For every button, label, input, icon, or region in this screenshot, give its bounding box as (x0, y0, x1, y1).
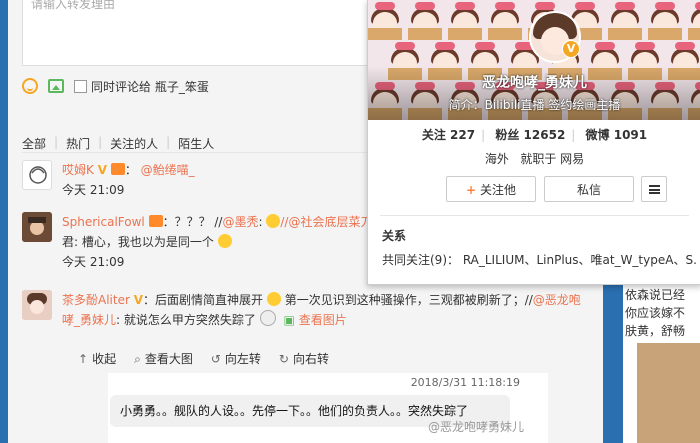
profile-stats: 关注 227 | 粉丝 12652 | 微博 1091 (421, 128, 648, 142)
more-menu-button[interactable] (641, 176, 667, 202)
weibo-count[interactable]: 微博 1091 (586, 128, 648, 142)
plus-icon: + (465, 183, 477, 197)
banner-tile (646, 2, 684, 40)
emoji-icon (266, 292, 281, 306)
comment-text: ：？？？ // (162, 215, 223, 229)
comment-time: 今天 21:09 (62, 255, 125, 269)
composer-toolbar: 同时评论给 瓶子_笨蛋 (22, 76, 209, 96)
image-action-bar: ↑ 收起 ⌕ 查看大图 ↺ 向左转 ↻ 向右转 (78, 350, 329, 367)
comment-text: ：后面剧情简直神展开 (143, 293, 264, 307)
comment-text: : 就说怎么甲方突然失踪了 (116, 313, 256, 327)
follow-count[interactable]: 关注 227 (422, 128, 475, 142)
mention-link[interactable]: @鲐绻喵_ (141, 163, 195, 177)
comment-text: : (258, 215, 263, 229)
emoji-icon (259, 310, 276, 326)
banner-tile (686, 2, 700, 40)
comment-time: 今天 21:09 (62, 183, 125, 197)
rotate-right-icon: ↻ (278, 352, 289, 366)
mention-link[interactable]: @墨秃 (222, 215, 258, 229)
message-button[interactable]: 私信 (544, 176, 634, 202)
rotate-right-button[interactable]: ↻ 向右转 (279, 350, 329, 367)
comment-username[interactable]: 哎姆K (62, 163, 94, 177)
mention-link[interactable]: @恶龙咆 (533, 293, 581, 307)
profile-name[interactable]: 恶龙咆哮_勇妹儿 (368, 72, 700, 92)
fans-count[interactable]: 粉丝 12652 (495, 128, 565, 142)
view-image-icon[interactable]: ▣ (284, 313, 295, 327)
search-icon: ⌕ (134, 352, 141, 366)
view-large-button[interactable]: ⌕ 查看大图 (134, 350, 193, 367)
banner-tile (486, 2, 524, 40)
preview-date: 2018/3/31 11:18:19 (410, 376, 520, 389)
vip-badge-icon: V (133, 293, 144, 307)
filter-all[interactable]: 全部 (22, 135, 46, 152)
avatar[interactable] (22, 160, 52, 190)
avatar[interactable] (22, 290, 52, 320)
banner-tile (368, 2, 404, 40)
relations-title: 关系 (382, 229, 407, 243)
medal-icon (110, 163, 125, 175)
feed-thumbnail[interactable] (637, 343, 700, 443)
comment-text: 第一次见识到这种骚操作，三观都被刷新了；// (284, 293, 533, 307)
view-image-link[interactable]: 查看图片 (299, 313, 347, 327)
profile-location: 海外 就职于 网易 (484, 152, 585, 166)
mutual-follows[interactable]: 共同关注(9)： RA_LILIUM、LinPlus、唯at_W_typeA、S… (382, 251, 697, 268)
emoji-icon (266, 214, 281, 228)
comment-filters: 全部 | 热门 | 关注的人 | 陌生人 (22, 135, 215, 152)
image-icon[interactable] (48, 79, 64, 93)
filter-hot[interactable]: 热门 (66, 135, 90, 152)
left-edge-strip (0, 0, 8, 443)
filter-strangers[interactable]: 陌生人 (178, 135, 214, 152)
follow-button[interactable]: + 关注他 (446, 176, 536, 202)
comment-text-line2: 君: 槽心，我也以为是同一个 (62, 235, 214, 249)
rotate-left-icon: ↺ (210, 352, 221, 366)
feed-snippet: 依森说已经 你应该嫁不 肤黄，舒畅 (625, 288, 686, 338)
menu-icon (649, 185, 660, 194)
also-comment-label: 同时评论给 瓶子_笨蛋 (91, 79, 209, 94)
arrow-up-icon: ↑ (78, 352, 89, 366)
profile-intro: 简介：Bilibili直播 签约绘画主播 (448, 98, 621, 112)
emoji-icon[interactable] (22, 78, 38, 94)
banner-tile (446, 2, 484, 40)
collapse-button[interactable]: ↑ 收起 (78, 350, 116, 367)
mention-link[interactable]: 哮_勇妹儿 (62, 313, 116, 327)
comment-username[interactable]: 茶多酚Aliter (62, 293, 130, 307)
weibo-watermark: @恶龙咆哮勇妹儿 (428, 420, 525, 434)
also-comment-checkbox[interactable] (74, 79, 87, 93)
comment-username[interactable]: SphericalFowl (62, 215, 145, 229)
emoji-icon (217, 234, 232, 248)
filter-following[interactable]: 关注的人 (110, 135, 158, 152)
user-profile-card: V 恶龙咆哮_勇妹儿 简介：Bilibili直播 签约绘画主播 关注 227 | … (367, 0, 700, 285)
rotate-left-button[interactable]: ↺ 向左转 (211, 350, 261, 367)
banner-tile (406, 2, 444, 40)
divider (380, 215, 689, 216)
avatar[interactable] (22, 212, 52, 242)
banner-tile (606, 2, 644, 40)
vip-badge-icon: V (97, 163, 107, 177)
medal-icon (148, 215, 163, 227)
verified-badge-icon: V (562, 40, 580, 58)
